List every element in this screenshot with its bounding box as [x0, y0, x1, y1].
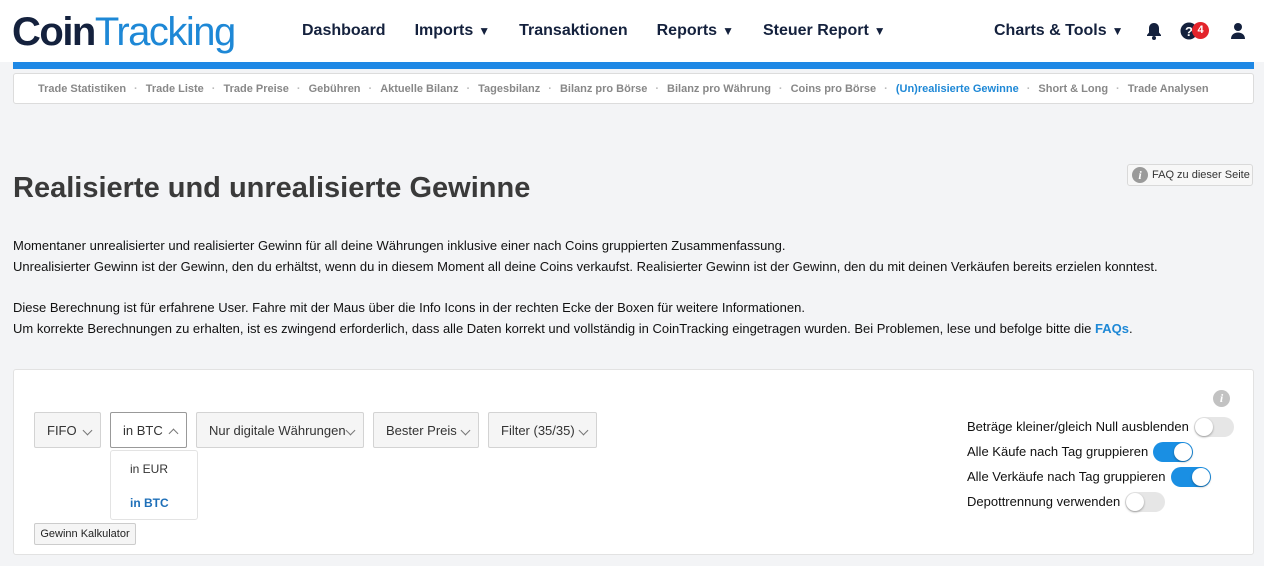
subnav-item[interactable]: Bilanz pro Währung [667, 83, 771, 95]
separator: · [778, 82, 783, 95]
nav-imports[interactable]: Imports ▼ [415, 22, 491, 40]
toggle-label: Beträge kleiner/gleich Null ausblenden [967, 419, 1189, 434]
chevron-down-icon [460, 425, 471, 436]
nav-dashboard[interactable]: Dashboard [302, 22, 386, 40]
separator: · [548, 82, 552, 95]
chevron-up-icon [168, 428, 179, 439]
currency-dropdown[interactable]: in BTC [110, 412, 187, 448]
method-dropdown[interactable]: FIFO [34, 412, 101, 448]
toggle-knob [1192, 468, 1210, 486]
nav-imports-label: Imports [414, 22, 474, 39]
nav-charts-tools[interactable]: Charts & Tools ▼ [994, 22, 1124, 40]
separator: · [1026, 82, 1031, 95]
group-sells-toggle[interactable] [1171, 467, 1211, 487]
description-line: Diese Berechnung ist für erfahrene User.… [13, 300, 805, 315]
separator: · [134, 82, 138, 95]
toggle-label: Depottrennung verwenden [967, 494, 1121, 509]
currency-option-btc[interactable]: in BTC [130, 496, 169, 510]
currency-dropdown-menu: in EUR in BTC [110, 450, 198, 520]
separator: · [211, 82, 216, 95]
caret-down-icon: ▼ [873, 24, 886, 38]
toggle-knob [1126, 493, 1144, 511]
currency-option-eur[interactable]: in EUR [130, 462, 168, 476]
subnav-item[interactable]: Tagesbilanz [478, 83, 540, 95]
toggle-knob [1174, 443, 1192, 461]
description-period: . [1129, 321, 1133, 336]
nav-transaktionen[interactable]: Transaktionen [519, 22, 627, 40]
notification-badge: 4 [1192, 22, 1209, 39]
toggle-label: Alle Verkäufe nach Tag gruppieren [967, 469, 1166, 484]
profit-calculator-button[interactable]: Gewinn Kalkulator [34, 523, 136, 545]
chevron-down-icon [345, 425, 356, 436]
caret-down-icon: ▼ [1111, 24, 1124, 38]
faq-button-label: FAQ zu dieser Seite [1152, 169, 1250, 181]
subnav-item[interactable]: Short & Long [1038, 83, 1108, 95]
subnav-item[interactable]: Trade Liste [146, 83, 204, 95]
info-icon: i [1132, 167, 1148, 183]
page-title: Realisierte und unrealisierte Gewinne [13, 172, 531, 204]
depot-separation-toggle[interactable] [1125, 492, 1165, 512]
description-line: Momentaner unrealisierter und realisiert… [13, 238, 786, 253]
user-icon[interactable] [1228, 21, 1248, 41]
price-value: Bester Preis [386, 422, 457, 438]
nav-transaktionen-label: Transaktionen [519, 22, 628, 39]
nav-charts-tools-label: Charts & Tools [994, 22, 1107, 39]
subnav-item[interactable]: Bilanz pro Börse [560, 83, 647, 95]
chevron-down-icon [578, 425, 589, 436]
price-dropdown[interactable]: Bester Preis [373, 412, 479, 448]
nav-steuer-report-label: Steuer Report [762, 22, 869, 39]
nav-reports-label: Reports [656, 22, 718, 39]
logo-text-tracking: Tracking [94, 10, 236, 54]
subnav-item[interactable]: Trade Statistiken [38, 83, 126, 95]
description-line: Um korrekte Berechnungen zu erhalten, is… [13, 321, 1133, 336]
separator: · [296, 82, 301, 95]
subnav-item[interactable]: Trade Analysen [1128, 83, 1209, 95]
toggle-knob [1195, 418, 1213, 436]
top-navbar: CoinTracking Dashboard Imports ▼ Transakt… [0, 0, 1264, 62]
report-subnav: Trade Statistiken · Trade Liste · Trade … [13, 73, 1254, 104]
nav-steuer-report[interactable]: Steuer Report ▼ [763, 22, 886, 40]
main-nav: Dashboard Imports ▼ Transaktionen Reports… [302, 22, 915, 40]
caret-down-icon: ▼ [478, 24, 491, 38]
subnav-item[interactable]: Coins pro Börse [791, 83, 877, 95]
description-line: Unrealisierter Gewinn ist der Gewinn, de… [13, 259, 1158, 274]
method-value: FIFO [47, 422, 77, 438]
separator: · [368, 82, 373, 95]
separator: · [884, 82, 888, 95]
group-buys-toggle[interactable] [1153, 442, 1193, 462]
cointracking-logo[interactable]: CoinTracking [12, 8, 236, 56]
hide-zero-toggle[interactable] [1194, 417, 1234, 437]
subnav-item[interactable]: Trade Preise [223, 83, 288, 95]
separator: · [466, 82, 471, 95]
separator: · [1116, 82, 1120, 95]
accent-bar [13, 62, 1254, 69]
toggle-label: Alle Käufe nach Tag gruppieren [967, 444, 1149, 459]
subnav-item-active[interactable]: (Un)realisierte Gewinne [896, 83, 1019, 95]
separator: · [655, 82, 660, 95]
faqs-link[interactable]: FAQs [1095, 321, 1129, 336]
currency-value: in BTC [123, 422, 163, 438]
bell-icon[interactable] [1144, 21, 1164, 41]
description-text: Um korrekte Berechnungen zu erhalten, is… [13, 321, 1092, 336]
info-icon[interactable]: i [1213, 390, 1230, 407]
currencies-filter-value: Nur digitale Währungen [209, 422, 346, 438]
caret-down-icon: ▼ [722, 24, 734, 38]
logo-text-coin: Coin [12, 10, 96, 54]
nav-reports[interactable]: Reports ▼ [657, 22, 734, 40]
settings-panel: i FIFO in BTC Nur digitale Währungen Bes… [13, 369, 1254, 555]
faq-button[interactable]: i FAQ zu dieser Seite [1127, 164, 1253, 186]
chevron-down-icon [82, 425, 93, 436]
nav-dashboard-label: Dashboard [302, 22, 386, 39]
filter-dropdown[interactable]: Filter (35/35) [488, 412, 597, 448]
currencies-filter-dropdown[interactable]: Nur digitale Währungen [196, 412, 364, 448]
subnav-item[interactable]: Aktuelle Bilanz [380, 83, 458, 95]
filter-value: Filter (35/35) [501, 422, 575, 438]
subnav-item[interactable]: Gebühren [309, 83, 361, 95]
